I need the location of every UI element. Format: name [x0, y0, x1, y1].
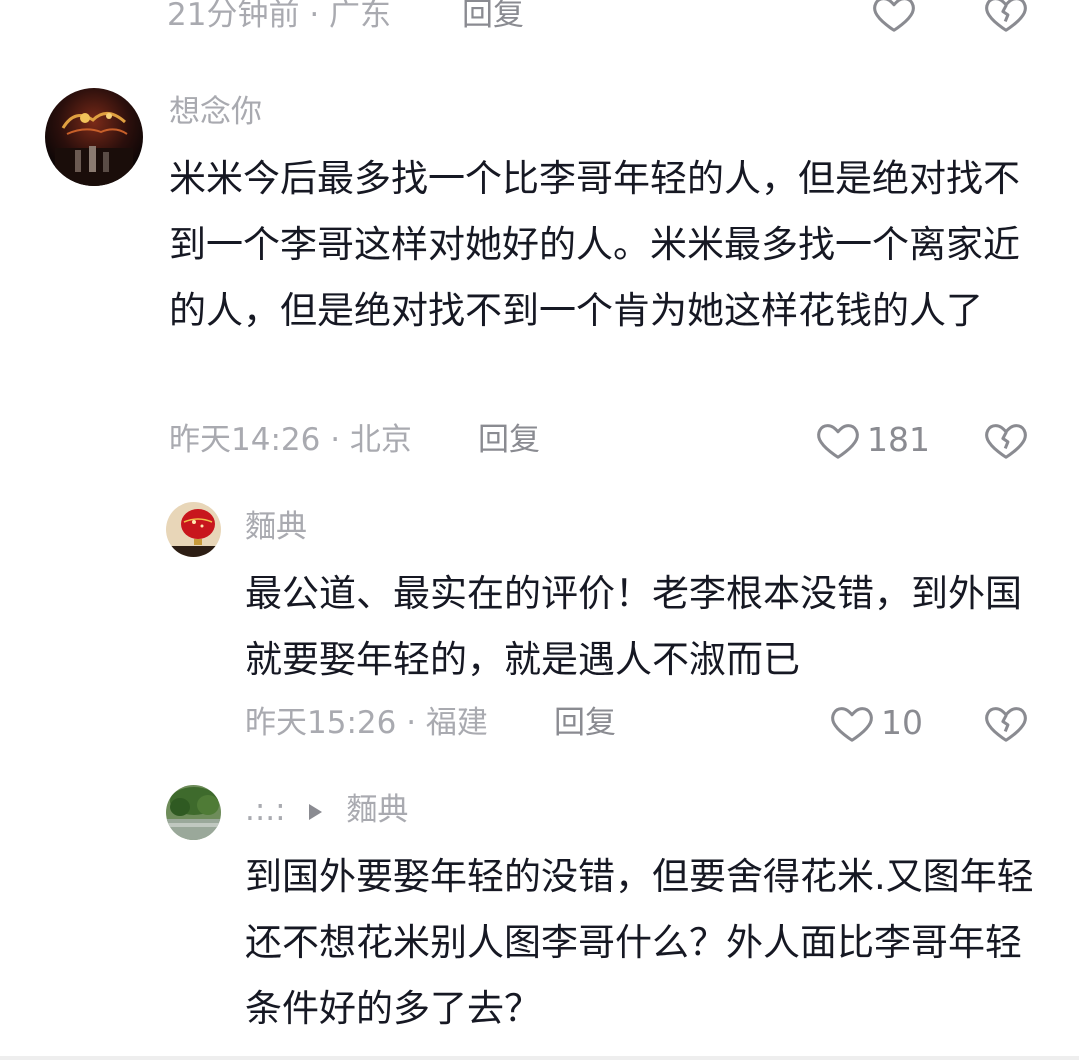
dislike-icon[interactable] [983, 417, 1029, 463]
like-icon[interactable] [815, 417, 861, 463]
avatar[interactable] [45, 88, 143, 186]
dislike-icon[interactable] [983, 0, 1029, 36]
avatar[interactable] [166, 785, 221, 840]
like-icon[interactable] [829, 700, 875, 746]
reply-username-row: .:.: 麵典 [245, 790, 408, 830]
reply-to-username[interactable]: 麵典 [346, 792, 408, 828]
reply-arrow-icon [309, 803, 323, 820]
comment-time: 昨天14:26 [169, 422, 321, 458]
reply-button[interactable]: 回复 [554, 703, 616, 743]
meta-separator: · [406, 705, 426, 741]
reply-text: 最公道、最实在的评价！老李根本没错，到外国就要娶年轻的，就是遇人不淑而已 [245, 572, 1022, 681]
meta-separator: · [330, 422, 350, 458]
like-icon[interactable] [871, 0, 917, 36]
reply-button[interactable]: 回复 [462, 0, 524, 35]
comment-username[interactable]: 想念你 [169, 92, 262, 132]
comment-location: 广东 [329, 0, 392, 33]
top-comment-meta: 21分钟前 · 广东 [167, 0, 391, 35]
dislike-icon[interactable] [983, 700, 1029, 746]
comment-location: 福建 [425, 705, 488, 741]
divider [0, 1056, 1079, 1060]
comment-location: 北京 [349, 422, 412, 458]
comment-meta: 昨天14:26 · 北京 [169, 420, 412, 460]
comment-text: 米米今后最多找一个比李哥年轻的人，但是绝对找不到一个李哥这样对她好的人。米米最多… [169, 157, 1020, 332]
comment-time: 21分钟前 [167, 0, 300, 33]
like-count: 181 [867, 420, 930, 459]
reply-meta: 昨天15:26 · 福建 [245, 703, 488, 743]
like-count: 10 [881, 703, 923, 742]
meta-separator: · [309, 0, 330, 33]
comment-time: 昨天15:26 [245, 705, 397, 741]
reply-username[interactable]: 麵典 [245, 507, 307, 547]
reply-username[interactable]: .:.: [245, 792, 286, 828]
avatar[interactable] [166, 502, 221, 557]
reply-text: 到国外要娶年轻的没错，但要舍得花米.又图年轻还不想花米别人图李哥什么？外人面比李… [245, 855, 1034, 1030]
reply-button[interactable]: 回复 [478, 420, 540, 460]
